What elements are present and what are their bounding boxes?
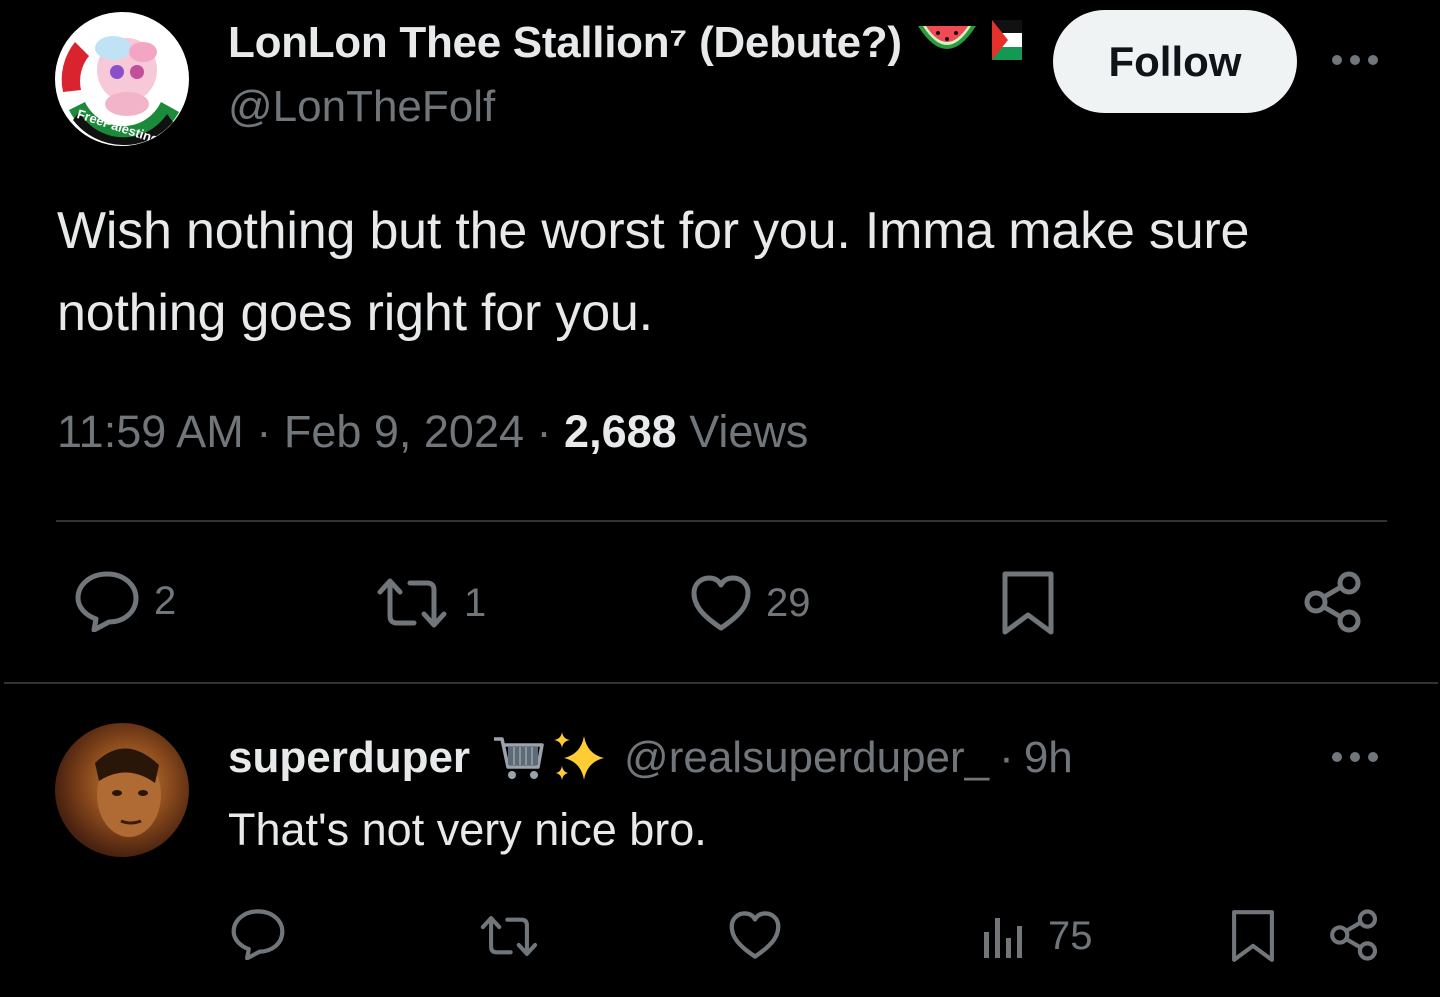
reply-more-options-button[interactable]	[1325, 735, 1385, 779]
reply-bookmark-button[interactable]	[1230, 908, 1276, 964]
bookmark-icon	[1002, 571, 1054, 635]
repost-count: 1	[464, 580, 487, 625]
tweet-text-line: nothing goes right for you.	[57, 284, 653, 342]
views-label: Views	[689, 406, 809, 457]
reply-icon	[231, 909, 285, 960]
reply-time[interactable]: 9h	[1024, 733, 1073, 783]
tweet-time[interactable]: 11:59 AM	[57, 406, 244, 457]
reply-count: 2	[154, 578, 177, 623]
palestine-flag-icon	[991, 19, 1022, 71]
share-button[interactable]	[1302, 570, 1364, 634]
bookmark-button[interactable]	[1000, 570, 1056, 636]
reply-share-button[interactable]	[1328, 908, 1380, 962]
meta-separator: ·	[256, 406, 272, 457]
reply-reply-button[interactable]	[230, 908, 286, 960]
divider	[4, 682, 1438, 684]
tweet-meta: 11:59 AM · Feb 9, 2024 · 2,688 Views	[57, 406, 808, 458]
reply-display-name[interactable]: superduper	[228, 733, 470, 783]
repost-icon	[377, 578, 447, 628]
tweet-text-line: Wish nothing but the worst for you. Imma…	[57, 202, 1250, 260]
reply-header: superduper @realsuperduper_ · 9h	[228, 730, 1073, 786]
like-count: 29	[766, 580, 811, 625]
sparkles-icon	[550, 730, 610, 786]
reply-views-count: 75	[1048, 913, 1093, 958]
views-icon	[984, 918, 1022, 958]
more-icon	[1332, 752, 1378, 762]
reply-text: That's not very nice bro.	[228, 804, 707, 855]
share-icon	[1304, 571, 1361, 633]
repost-button[interactable]: 1	[374, 576, 486, 630]
tweet-date[interactable]: Feb 9, 2024	[284, 406, 524, 457]
tweet-text: Wish nothing but the worst for you. Imma…	[57, 190, 1397, 354]
follow-button[interactable]: Follow	[1053, 10, 1297, 113]
views-count: 2,688	[564, 406, 677, 457]
divider	[56, 520, 1387, 522]
repost-icon	[480, 916, 538, 956]
avatar-realsuperduper[interactable]	[55, 723, 189, 857]
avatar-lonthefolf[interactable]: FreePalestine!	[55, 12, 189, 146]
like-icon	[729, 911, 781, 959]
like-button[interactable]: 29	[690, 574, 811, 632]
display-name[interactable]: LonLon Thee Stallion⁷ (Debute?)	[228, 18, 1022, 71]
reply-button[interactable]: 2	[74, 570, 176, 632]
reply-repost-button[interactable]	[478, 914, 540, 958]
more-icon	[1332, 55, 1378, 65]
reply-handle[interactable]: @realsuperduper_	[624, 733, 989, 783]
more-options-button[interactable]	[1325, 38, 1385, 82]
like-icon	[691, 575, 751, 631]
meta-separator: ·	[536, 406, 552, 457]
reply-views-button[interactable]: 75	[980, 912, 1093, 960]
share-icon	[1330, 909, 1378, 961]
reply-icon	[75, 571, 139, 632]
shopping-cart-icon	[492, 733, 546, 783]
user-handle[interactable]: @LonTheFolf	[228, 82, 495, 132]
watermelon-icon	[916, 20, 978, 71]
meta-separator: ·	[999, 733, 1014, 782]
reply-like-button[interactable]	[728, 910, 782, 960]
bookmark-icon	[1232, 910, 1274, 962]
